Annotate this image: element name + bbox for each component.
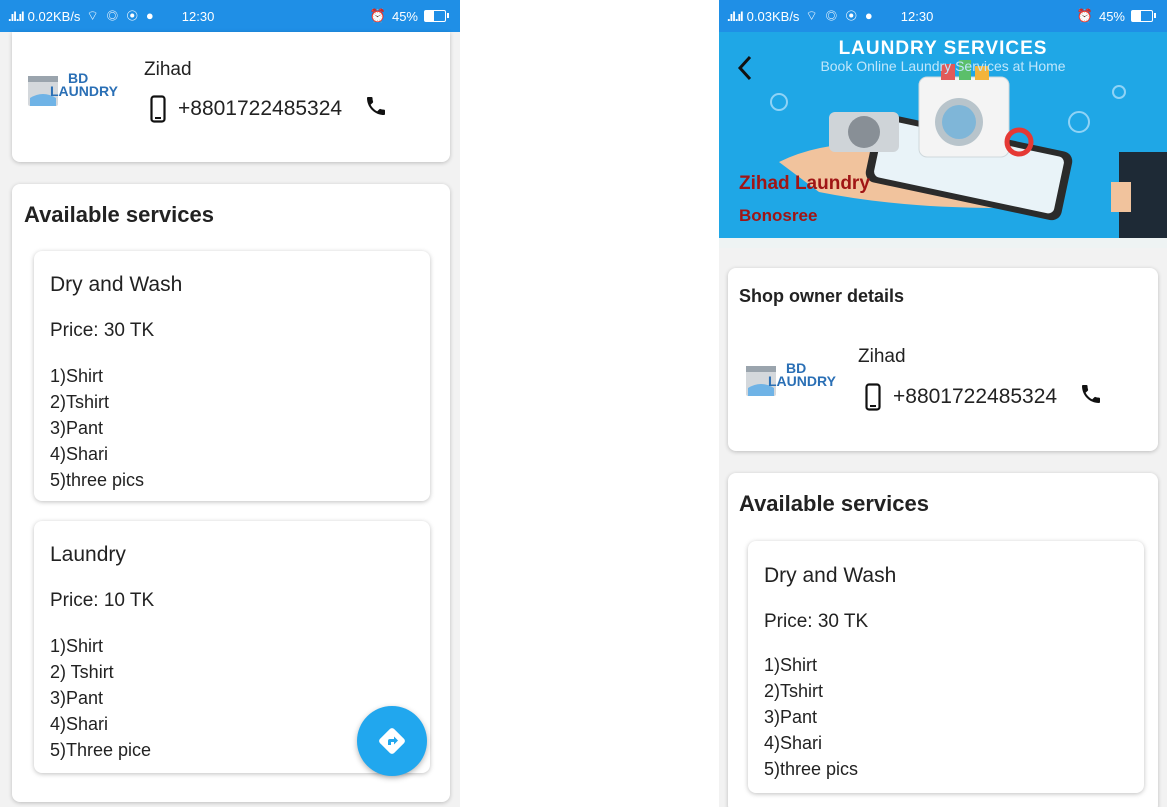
banner-title: LAUNDRY SERVICES xyxy=(838,38,1048,59)
network-speed: 0.02KB/s xyxy=(27,8,81,24)
service-price: Price: 10 TK xyxy=(50,590,155,611)
owner-phone-number: +8801722485324 xyxy=(178,97,343,120)
owner-card: Shop owner details BD LAUNDRY Zihad +880… xyxy=(728,268,1158,451)
directions-icon xyxy=(379,728,405,754)
left-phone-screen: .ıl.ıl 0.02KB/s ⌔ ◎ ◉ ● 12:30 ⏰ 45% BD L… xyxy=(0,0,460,807)
list-item: 3)Pant xyxy=(50,418,104,438)
list-item: 1)Shirt xyxy=(50,636,104,656)
call-button[interactable] xyxy=(364,94,388,124)
shop-name: Zihad Laundry xyxy=(739,173,870,194)
phone-call-icon xyxy=(1082,385,1101,403)
right-phone-screen: .ıl.ıl 0.03KB/s ⌔ ◎ ◉ ● 12:30 ⏰ 45% LAUN… xyxy=(719,0,1167,807)
alarm-icon: ⏰ xyxy=(369,8,386,23)
battery-percent: 45% xyxy=(391,8,418,24)
battery-icon xyxy=(424,10,449,22)
banner-footer-strip xyxy=(719,238,1167,248)
bd-laundry-logo: BD LAUNDRY xyxy=(26,70,122,116)
list-item: 5)three pics xyxy=(50,470,145,490)
owner-name: Zihad xyxy=(144,59,192,80)
status-bar: .ıl.ıl 0.03KB/s ⌔ ◎ ◉ ● 12:30 ⏰ 45% xyxy=(719,0,1167,32)
phone-call-icon xyxy=(367,97,386,115)
service-items-list: 1)Shirt 2)Tshirt 3)Pant 4)Shari 5)three … xyxy=(50,363,144,493)
shop-area: Bonosree xyxy=(739,206,818,225)
service-card[interactable]: Dry and Wash Price: 30 TK 1)Shirt 2)Tshi… xyxy=(34,251,430,501)
phone-row: +8801722485324 xyxy=(865,382,1103,412)
service-items-list: 1)Shirt 2)Tshirt 3)Pant 4)Shari 5)three … xyxy=(764,652,858,782)
mobile-phone-icon xyxy=(865,383,881,411)
owner-card: BD LAUNDRY Zihad +8801722485324 xyxy=(12,32,450,162)
signal-icon: .ıl.ıl xyxy=(727,8,744,24)
services-title: Available services xyxy=(739,491,929,516)
services-card: Available services Dry and Wash Price: 3… xyxy=(728,473,1158,807)
directions-fab-button[interactable] xyxy=(357,706,427,776)
list-item: 5)three pics xyxy=(764,759,859,779)
service-price: Price: 30 TK xyxy=(50,320,155,341)
services-title: Available services xyxy=(24,202,214,227)
alarm-icon: ⏰ xyxy=(1076,8,1093,23)
call-button[interactable] xyxy=(1079,382,1103,412)
banner-subtitle: Book Online Laundry Services at Home xyxy=(820,58,1066,74)
list-item: 2)Tshirt xyxy=(50,392,110,412)
network-speed: 0.03KB/s xyxy=(746,8,800,24)
back-arrow-icon xyxy=(737,55,752,81)
phone-row: +8801722485324 xyxy=(150,94,388,124)
owner-phone-number: +8801722485324 xyxy=(893,385,1058,408)
logo-laundry-text: LAUNDRY xyxy=(768,373,836,389)
battery-icon xyxy=(1131,10,1156,22)
service-card[interactable]: Dry and Wash Price: 30 TK 1)Shirt 2)Tshi… xyxy=(748,541,1144,793)
list-item: 2) Tshirt xyxy=(50,662,114,682)
signal-icon: .ıl.ıl xyxy=(8,8,25,24)
service-price: Price: 30 TK xyxy=(764,611,869,632)
status-time: 12:30 xyxy=(900,8,934,24)
notification-icons: ⌔ ◎ ◉ ● xyxy=(805,8,875,23)
owner-name: Zihad xyxy=(858,346,906,367)
status-time: 12:30 xyxy=(181,8,215,24)
owner-section-title: Shop owner details xyxy=(739,286,905,306)
shop-banner: LAUNDRY SERVICES Book Online Laundry Ser… xyxy=(719,32,1167,238)
list-item: 5)Three pice xyxy=(50,740,152,760)
service-items-list: 1)Shirt 2) Tshirt 3)Pant 4)Shari 5)Three… xyxy=(50,633,151,763)
list-item: 1)Shirt xyxy=(764,655,818,675)
back-button[interactable] xyxy=(737,54,753,87)
service-name: Laundry xyxy=(50,543,126,566)
list-item: 1)Shirt xyxy=(50,366,104,386)
service-name: Dry and Wash xyxy=(764,564,897,587)
status-bar: .ıl.ıl 0.02KB/s ⌔ ◎ ◉ ● 12:30 ⏰ 45% xyxy=(0,0,460,32)
list-item: 3)Pant xyxy=(764,707,818,727)
notification-icons: ⌔ ◎ ◉ ● xyxy=(86,8,156,23)
bd-laundry-logo: BD LAUNDRY xyxy=(744,360,840,406)
logo-laundry-text: LAUNDRY xyxy=(50,83,118,99)
list-item: 3)Pant xyxy=(50,688,104,708)
service-name: Dry and Wash xyxy=(50,273,183,296)
list-item: 4)Shari xyxy=(50,444,109,464)
list-item: 4)Shari xyxy=(764,733,823,753)
mobile-phone-icon xyxy=(150,95,166,123)
list-item: 4)Shari xyxy=(50,714,109,734)
list-item: 2)Tshirt xyxy=(764,681,824,701)
battery-percent: 45% xyxy=(1098,8,1125,24)
